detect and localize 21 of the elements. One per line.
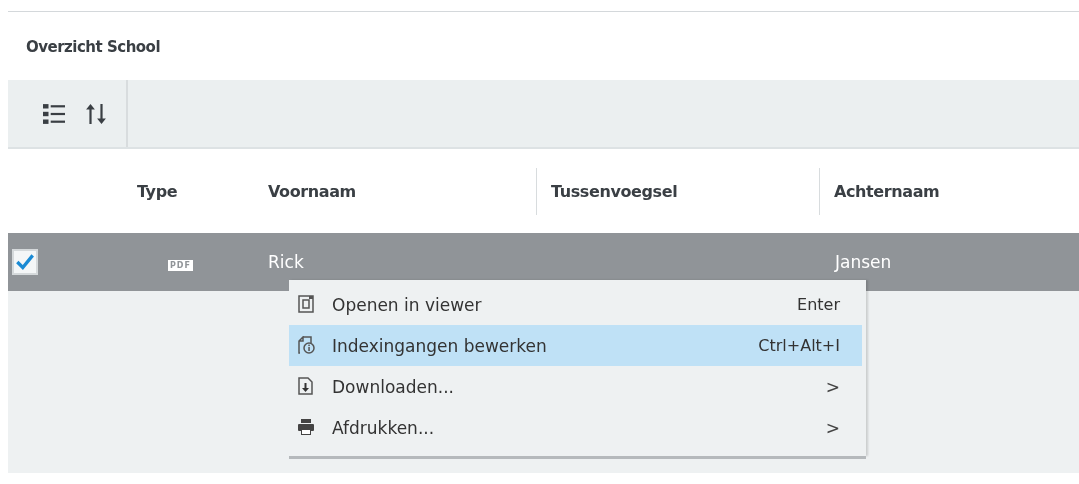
shortcut-text: Ctrl+Alt+I [758, 336, 840, 355]
printer-icon [297, 417, 317, 438]
table-cell-text: Jansen [833, 252, 892, 272]
shortcut-text: Enter [797, 295, 840, 314]
menu-item[interactable]: Afdrukken... > [289, 407, 866, 448]
file-type-badge: PDF [168, 259, 193, 271]
page-title: Overzicht School [25, 37, 162, 58]
menu-item[interactable]: Downloaden... > [289, 366, 866, 407]
list-icon [43, 102, 65, 125]
table-cell-text: Rick [267, 252, 304, 272]
column-header[interactable]: Type [110, 181, 178, 201]
document-info-icon [297, 335, 317, 356]
checkbox[interactable] [12, 249, 38, 275]
column-header[interactable]: Achternaam [819, 167, 940, 215]
sort-icon [85, 102, 107, 125]
column-header[interactable]: Tussenvoegsel [536, 167, 678, 215]
submenu-arrow: > [825, 417, 840, 438]
column-header[interactable]: Voornaam [250, 181, 356, 201]
document-icon [297, 294, 317, 315]
menu-item[interactable]: Indexingangen bewerken Ctrl+Alt+I [289, 325, 862, 366]
submenu-arrow: > [825, 376, 840, 397]
